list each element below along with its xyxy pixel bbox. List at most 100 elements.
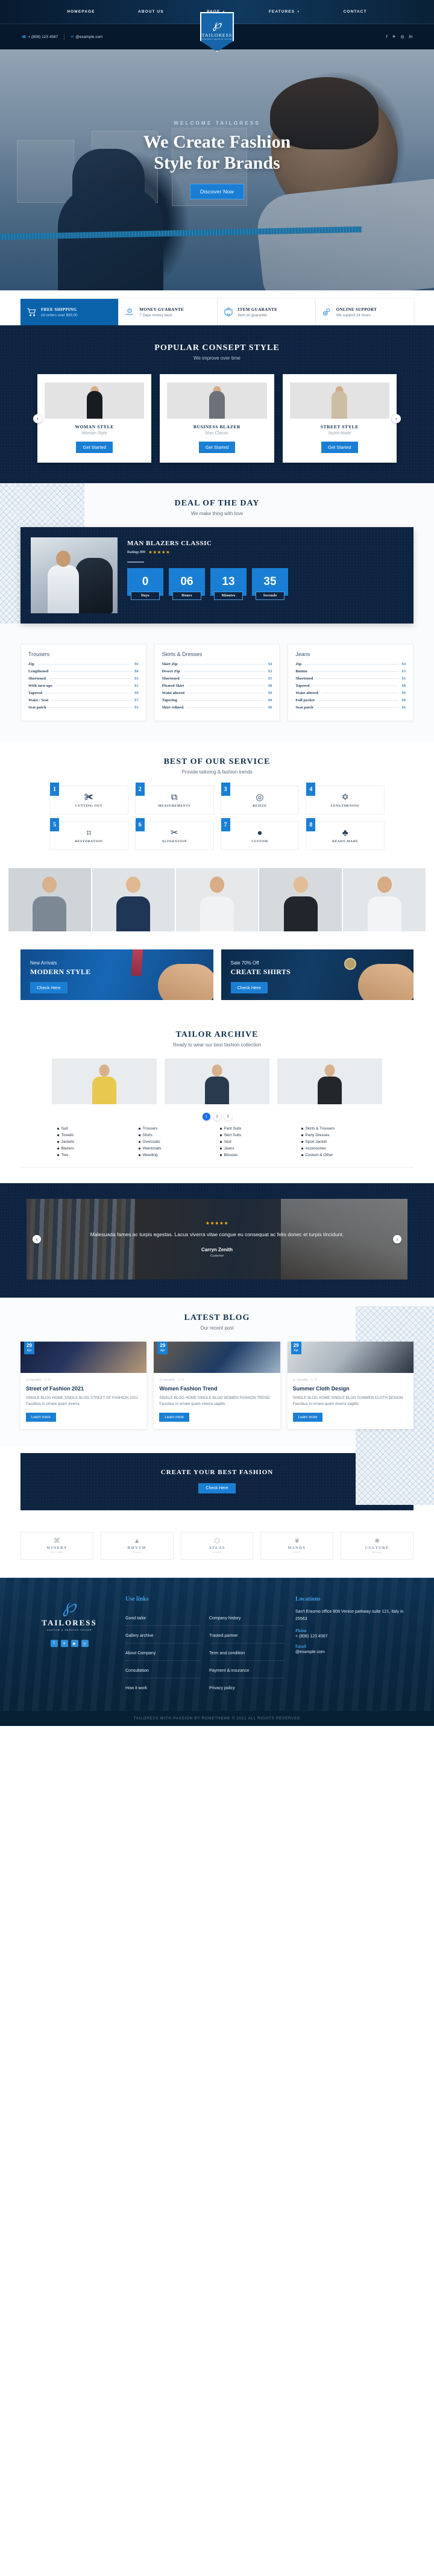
nav-item-features[interactable]: FEATURES ▼ xyxy=(269,10,300,14)
footer-link-1-1[interactable]: Gallery archive xyxy=(125,1634,154,1638)
footer-link-2-1[interactable]: Trasted partner xyxy=(209,1634,238,1638)
tag-item-1-1[interactable]: Shirts xyxy=(139,1133,214,1137)
best-service-card-2[interactable]: 3 ◎ RESIZE xyxy=(220,783,300,814)
footer-link-1-2[interactable]: About Company xyxy=(125,1651,156,1655)
archive-page-3[interactable]: 3 xyxy=(224,1113,232,1121)
blog-learn-more-button-1[interactable]: Learn more xyxy=(159,1413,189,1422)
promo-check-here-button-1[interactable]: Check Here xyxy=(230,982,268,993)
archive-photo-1[interactable] xyxy=(52,1058,157,1104)
tag-item-1-0[interactable]: Trousers xyxy=(139,1127,214,1131)
footer-social-icon-3[interactable]: ⓟ xyxy=(81,1640,89,1648)
tag-item-2-3[interactable]: Jeans xyxy=(220,1146,295,1151)
header-social-icon-1[interactable]: ✈ xyxy=(392,34,396,39)
service-item-3[interactable]: ONLINE SUPPORT We support 24 hours xyxy=(316,299,414,325)
footer-phone-value[interactable]: + (808) 123 4567 xyxy=(295,1634,410,1639)
concept-get-started-button-0[interactable]: Get Started xyxy=(76,442,113,453)
tag-item-1-4[interactable]: Weeding xyxy=(139,1153,214,1157)
footer-social-icon-1[interactable]: ✈ xyxy=(60,1640,68,1648)
footer-link-2-2[interactable]: Term and condition xyxy=(209,1651,245,1655)
blog-card-2[interactable]: 29 Apr ◎ hendrik ☐ 0 Summer Cloth Design S… xyxy=(287,1342,414,1430)
nav-item-about-us[interactable]: ABOUT US xyxy=(138,10,164,14)
promo-banner-1[interactable]: Sale 70% Off CREATE SHIRTS Check Here xyxy=(221,949,414,1000)
tag-item-3-1[interactable]: Party Dresses xyxy=(301,1133,377,1137)
cta-check-here-button[interactable]: Check Here xyxy=(198,1483,236,1494)
archive-page-1[interactable]: 1 xyxy=(202,1113,210,1121)
header-social-icon-2[interactable]: ◎ xyxy=(400,34,404,39)
tag-item-3-3[interactable]: Accessories xyxy=(301,1146,377,1151)
concept-prev-arrow[interactable]: ‹ xyxy=(33,414,42,423)
tag-item-2-4[interactable]: Blouses xyxy=(220,1153,295,1157)
service-item-2[interactable]: ITEM GUARANTE Item on guarantte xyxy=(218,299,316,325)
gallery-photo-3[interactable] xyxy=(175,868,259,931)
tag-item-3-2[interactable]: Sport Jacket xyxy=(301,1140,377,1144)
best-service-card-0[interactable]: 1 ✀ CUTTING OUT xyxy=(49,783,128,814)
footer-link-1-3[interactable]: Consultation xyxy=(125,1669,149,1673)
footer-social-icon-2[interactable]: ▶ xyxy=(71,1640,78,1648)
tag-item-0-2[interactable]: Jackets xyxy=(57,1140,133,1144)
tag-item-3-0[interactable]: Skirts & Trousers xyxy=(301,1127,377,1131)
header-social-icon-0[interactable]: f xyxy=(386,35,388,39)
footer-link-1-4[interactable]: How it work xyxy=(125,1686,147,1690)
concept-card-2[interactable]: STREET STYLE Stylist Mode Get Started xyxy=(282,374,397,463)
promo-banner-0[interactable]: New Arrivals MODERN STYLE Check Here xyxy=(20,949,213,1000)
tag-item-2-1[interactable]: Skirt Suits xyxy=(220,1133,295,1137)
concept-get-started-button-2[interactable]: Get Started xyxy=(321,442,358,453)
service-item-1[interactable]: MONEY GUARANTE 7 Days money back xyxy=(119,299,218,325)
blog-learn-more-button-2[interactable]: Learn more xyxy=(292,1413,323,1422)
nav-item-homepage[interactable]: HOMEPAGE xyxy=(67,10,95,14)
tag-item-0-1[interactable]: Toxedo xyxy=(57,1133,133,1137)
nav-link-3[interactable]: FEATURES ▼ xyxy=(269,10,300,14)
footer-social-icon-0[interactable]: f xyxy=(50,1640,58,1648)
phone-icon: ☎ xyxy=(22,35,27,39)
archive-photo-3[interactable] xyxy=(277,1058,382,1104)
tag-item-0-3[interactable]: Blazers xyxy=(57,1146,133,1151)
footer-link-2-4[interactable]: Privacy policy xyxy=(209,1686,235,1690)
gallery-photo-2[interactable] xyxy=(92,868,175,931)
tag-item-2-0[interactable]: Pant Suits xyxy=(220,1127,295,1131)
discover-now-button[interactable]: Discover Now xyxy=(189,183,245,199)
concept-next-arrow[interactable]: › xyxy=(392,414,401,423)
best-service-card-6[interactable]: 7 ● CUSTOM xyxy=(220,818,300,850)
concept-card-0[interactable]: WOMAN STYLE Woman Style Get Started xyxy=(37,374,152,463)
brand-logo-0[interactable]: ⌘ WINERY EST 1985 xyxy=(20,1532,93,1560)
tag-item-3-4[interactable]: Costum & Other xyxy=(301,1153,377,1157)
best-service-card-7[interactable]: 8 ♣ READY MADE xyxy=(306,818,385,850)
brand-logo-1[interactable]: ▲ RHYTM STUDIO xyxy=(100,1532,174,1560)
archive-page-2[interactable]: 2 xyxy=(213,1113,221,1121)
footer-email-value[interactable]: @example.com xyxy=(295,1650,410,1654)
gallery-photo-4[interactable] xyxy=(259,868,342,931)
best-service-card-4[interactable]: 5 ⌗ RESTORATION xyxy=(49,818,128,850)
footer-link-2-0[interactable]: Company history xyxy=(209,1616,241,1621)
best-service-card-1[interactable]: 2 ⧉ MEASUREMENTS xyxy=(134,783,214,814)
tag-item-0-0[interactable]: Suit xyxy=(57,1127,133,1131)
concept-get-started-button-1[interactable]: Get Started xyxy=(198,442,236,453)
gallery-photo-1[interactable] xyxy=(8,868,91,931)
promo-check-here-button-0[interactable]: Check Here xyxy=(30,982,68,993)
tag-item-1-3[interactable]: Waistcoats xyxy=(139,1146,214,1151)
blog-card-0[interactable]: 29 Apr ◎ hendrik ☐ 0 Street of Fashion 202… xyxy=(20,1342,147,1430)
tag-item-2-2[interactable]: Vest xyxy=(220,1140,295,1144)
tag-item-1-2[interactable]: Overcoats xyxy=(139,1140,214,1144)
gallery-photo-5[interactable] xyxy=(343,868,426,931)
header-social-icon-3[interactable]: in xyxy=(409,35,412,39)
nav-link-4[interactable]: CONTACT xyxy=(344,10,367,14)
brand-logo-2[interactable]: ⬡ ATLAS HOUSE xyxy=(180,1532,254,1560)
best-service-card-3[interactable]: 4 ✡ LENGTHENING xyxy=(306,783,385,814)
phone-info[interactable]: ☎ + (808) 123 4567 xyxy=(22,35,58,39)
concept-card-1[interactable]: BUSINESS BLAZER Man Classic Get Started xyxy=(160,374,274,463)
blog-learn-more-button-0[interactable]: Learn more xyxy=(26,1413,56,1422)
footer-link-1-0[interactable]: Good tailor xyxy=(125,1616,146,1621)
footer-link-2-3[interactable]: Payment & insurance xyxy=(209,1669,250,1673)
tag-item-0-4[interactable]: Ties xyxy=(57,1153,133,1157)
brand-logo-3[interactable]: ❦ HANDY CRAFT xyxy=(260,1532,334,1560)
blog-card-1[interactable]: 29 Apr ◎ hendrik ☐ 0 Women Fashion Trend S… xyxy=(154,1342,280,1430)
nav-item-contact[interactable]: CONTACT xyxy=(344,10,367,14)
archive-photo-2[interactable] xyxy=(165,1058,269,1104)
nav-link-0[interactable]: HOMEPAGE xyxy=(67,10,95,14)
best-service-card-5[interactable]: 6 ✂ ALTERATION xyxy=(134,818,214,850)
countdown-unit-minutes: 13 Minutes xyxy=(210,568,247,600)
email-info[interactable]: ✉ @example.com xyxy=(71,35,102,39)
nav-link-1[interactable]: ABOUT US xyxy=(138,10,164,14)
service-item-0[interactable]: FREE SHIPPING All orders over $99.00 xyxy=(20,299,119,325)
brand-logo-4[interactable]: ❀ CULTURE BRAND xyxy=(341,1532,414,1560)
